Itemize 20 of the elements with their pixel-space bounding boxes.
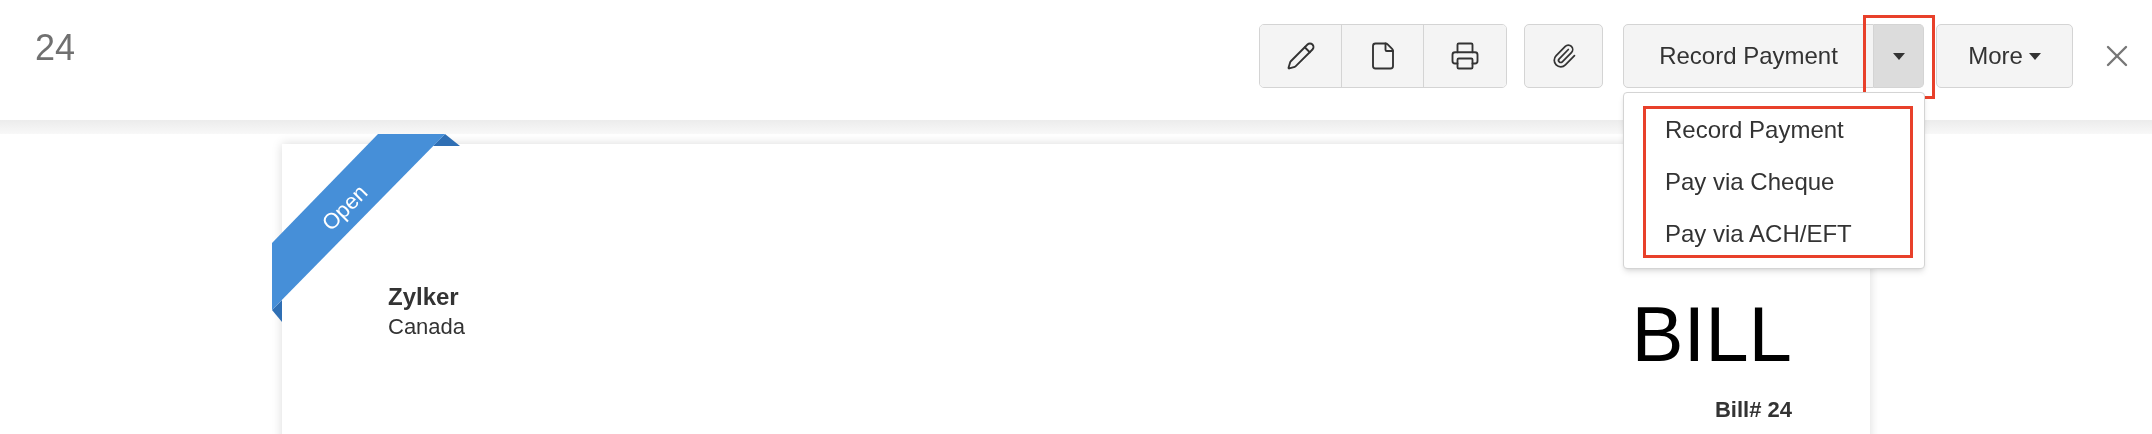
menu-item[interactable]: Record Payment [1646,108,1910,152]
caret-icon [2028,52,2041,60]
record-payment-button[interactable]: Record Payment [1623,24,1874,88]
edit-button[interactable] [1260,25,1342,87]
paperclip-icon [1550,43,1577,69]
vendor-country: Canada [388,313,466,341]
vendor-name: Zylker [388,282,460,312]
dropdown-toggle[interactable] [1874,24,1924,88]
more-button[interactable]: More [1936,24,2073,88]
menu-item[interactable]: Pay via ACH/EFT [1646,212,1910,256]
pdf-button[interactable] [1342,25,1424,87]
caret-icon [1892,52,1905,60]
bill-number: Bill# 24 [1714,399,1792,421]
page-title: 24 [35,26,76,70]
print-button[interactable] [1424,25,1506,87]
document-heading: BILL [1631,295,1792,373]
printer-icon [1450,41,1480,71]
pencil-icon [1285,41,1316,71]
attach-button[interactable] [1524,24,1603,88]
menu-item[interactable]: Pay via Cheque [1646,160,1910,204]
